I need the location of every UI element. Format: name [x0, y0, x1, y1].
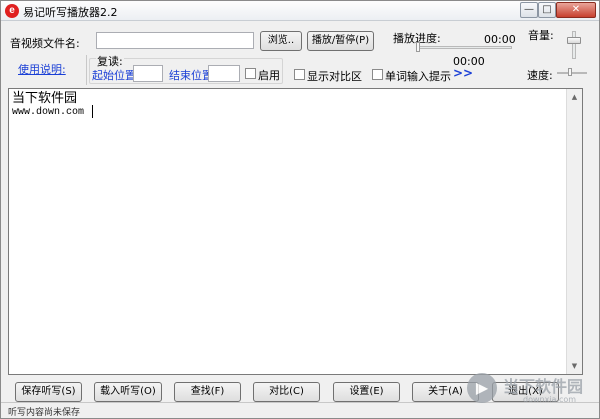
save-dictation-button[interactable]: 保存听写(S) [15, 382, 82, 402]
exit-button[interactable]: 退出(X) [492, 382, 559, 402]
volume-slider-thumb[interactable] [567, 37, 581, 45]
minimize-button[interactable]: — [520, 2, 538, 18]
progress-slider[interactable] [416, 46, 512, 49]
end-position-label: 结束位置 [169, 69, 213, 82]
show-diff-label: 显示对比区 [307, 70, 362, 83]
browse-button[interactable]: 浏览.. [260, 31, 302, 51]
start-position-input[interactable] [133, 65, 163, 82]
window-title: 易记听写播放器2.2 [23, 6, 118, 19]
file-name-label: 音视频文件名: [10, 37, 80, 50]
word-hint-label: 单词输入提示 [385, 70, 451, 83]
app-logo-icon: e [5, 4, 19, 18]
about-button[interactable]: 关于(A) [412, 382, 479, 402]
app-window: e 易记听写播放器2.2 — □ ✕ 音视频文件名: 浏览.. 播放/暂停(P)… [0, 0, 600, 419]
repeat-enable-label: 启用 [258, 69, 280, 82]
expand-toggle[interactable]: >> [453, 66, 473, 80]
editor-line: 当下软件园 [12, 90, 78, 105]
speed-slider[interactable] [557, 72, 587, 74]
scroll-down-icon[interactable]: ▼ [567, 358, 582, 374]
speed-slider-thumb[interactable] [568, 68, 572, 76]
divider [86, 55, 87, 85]
scroll-up-icon[interactable]: ▲ [567, 89, 582, 105]
settings-button[interactable]: 设置(E) [333, 382, 400, 402]
vertical-scrollbar[interactable]: ▲ ▼ [566, 89, 582, 374]
load-dictation-button[interactable]: 载入听写(O) [94, 382, 162, 402]
file-name-input[interactable] [96, 32, 254, 49]
title-bar[interactable]: e 易记听写播放器2.2 — □ ✕ [1, 1, 599, 21]
status-text: 听写内容尚未保存 [8, 408, 81, 418]
speed-label: 速度: [527, 69, 553, 82]
compare-button[interactable]: 对比(C) [253, 382, 320, 402]
editor-line: www.down.com [12, 107, 85, 118]
text-caret [92, 105, 93, 118]
volume-label: 音量: [528, 29, 554, 42]
help-link[interactable]: 使用说明: [18, 61, 66, 77]
current-time: 00:00 [484, 33, 516, 46]
show-diff-checkbox[interactable] [294, 69, 305, 80]
start-position-label: 起始位置 [92, 69, 136, 82]
volume-slider[interactable] [572, 31, 576, 59]
end-position-input[interactable] [208, 65, 240, 82]
progress-slider-thumb[interactable] [416, 42, 420, 52]
find-button[interactable]: 查找(F) [174, 382, 241, 402]
dictation-text-area[interactable]: 当下软件园 www.down.com ▲ ▼ [8, 88, 583, 375]
close-button[interactable]: ✕ [556, 2, 596, 18]
status-bar: 听写内容尚未保存 [1, 402, 599, 418]
word-hint-checkbox[interactable] [372, 69, 383, 80]
maximize-button[interactable]: □ [538, 2, 556, 18]
play-pause-button[interactable]: 播放/暂停(P) [307, 31, 374, 51]
repeat-enable-checkbox[interactable] [245, 68, 256, 79]
